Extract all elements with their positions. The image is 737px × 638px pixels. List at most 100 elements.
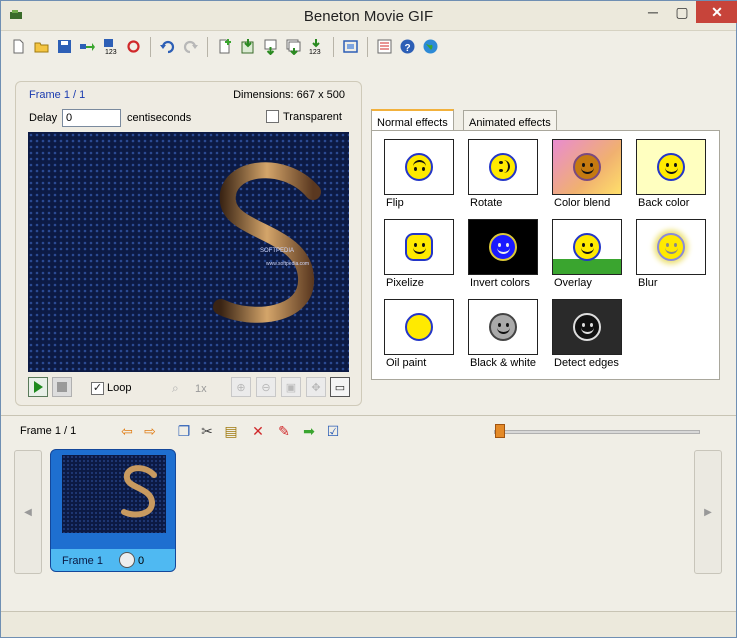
effect-color-blend[interactable]: Color blend bbox=[552, 139, 636, 213]
import-image-button[interactable] bbox=[236, 36, 258, 58]
cut-icon: ✂ bbox=[201, 422, 213, 439]
zoom-out-button[interactable]: ⊖ bbox=[256, 377, 276, 397]
zoom-fit-button[interactable]: ▣ bbox=[281, 377, 301, 397]
add-frames-icon bbox=[286, 39, 300, 55]
effect-oil-paint[interactable]: Oil paint bbox=[384, 299, 468, 373]
new-button[interactable] bbox=[7, 36, 29, 58]
effect-label: Blur bbox=[638, 277, 658, 289]
zoom-in-button[interactable]: ⊕ bbox=[231, 377, 251, 397]
save-numbered-button[interactable]: 123 bbox=[99, 36, 121, 58]
effect-overlay[interactable]: Overlay bbox=[552, 219, 636, 293]
frame-card-footer: Frame 1 0 bbox=[51, 549, 175, 571]
save-button[interactable] bbox=[53, 36, 75, 58]
select-button[interactable]: ☑ bbox=[323, 422, 343, 440]
paste-icon: ▤ bbox=[224, 422, 238, 439]
loop-checkbox[interactable]: ✓ bbox=[91, 382, 104, 395]
zoom-icon: ⌕ bbox=[172, 381, 179, 395]
new-icon bbox=[13, 39, 23, 54]
frame-panel: Frame 1 / 1 Dimensions: 667 x 500 Delay … bbox=[15, 81, 362, 406]
number-frames-button[interactable]: 123 bbox=[305, 36, 327, 58]
add-frames-button[interactable] bbox=[282, 36, 304, 58]
play-button[interactable] bbox=[28, 377, 48, 397]
tab-animated-effects[interactable]: Animated effects bbox=[463, 110, 557, 131]
pencil-icon: ✎ bbox=[278, 422, 290, 439]
effect-label: Flip bbox=[386, 197, 404, 209]
zoom-out-icon: ⊖ bbox=[261, 381, 271, 394]
cut-button[interactable]: ✂ bbox=[197, 422, 217, 440]
effect-label: Detect edges bbox=[554, 357, 619, 369]
delete-button[interactable]: ✕ bbox=[248, 422, 268, 440]
checklist-icon: ☑ bbox=[326, 422, 340, 439]
effect-invert-colors[interactable]: Invert colors bbox=[468, 219, 552, 293]
effect-label: Pixelize bbox=[386, 277, 424, 289]
monitor-icon: ▭ bbox=[334, 381, 346, 394]
add-frame-button[interactable] bbox=[259, 36, 281, 58]
invert-icon bbox=[468, 219, 538, 275]
paste-button[interactable]: ▤ bbox=[221, 422, 241, 440]
effect-flip[interactable]: Flip bbox=[384, 139, 468, 213]
frame-slider-track[interactable] bbox=[494, 430, 700, 434]
export-icon: ➡ bbox=[303, 422, 315, 439]
delete-icon: ✕ bbox=[252, 422, 264, 439]
refresh-button[interactable] bbox=[122, 36, 144, 58]
effect-black-white[interactable]: Black & white bbox=[468, 299, 552, 373]
effect-label: Rotate bbox=[470, 197, 503, 209]
insert-frame-button[interactable] bbox=[213, 36, 235, 58]
screen-button[interactable]: ▭ bbox=[330, 377, 350, 397]
insert-frame-icon bbox=[219, 39, 231, 54]
frame-thumbnail bbox=[62, 455, 166, 533]
chevron-left-icon: ◀ bbox=[24, 506, 32, 518]
minimize-button[interactable]: ─ bbox=[638, 1, 668, 23]
transparent-checkbox[interactable] bbox=[266, 110, 279, 123]
effect-rotate[interactable]: Rotate bbox=[468, 139, 552, 213]
maximize-button[interactable]: ▢ bbox=[668, 1, 696, 23]
redo-button[interactable] bbox=[179, 36, 201, 58]
move-right-button[interactable]: ⇨ bbox=[140, 422, 160, 440]
copy-icon: ❐ bbox=[177, 422, 191, 439]
tab-normal-effects[interactable]: Normal effects bbox=[371, 109, 454, 131]
effects-panel: Flip Rotate Color blend Back color Pixel… bbox=[371, 130, 720, 380]
close-button[interactable]: ✕ bbox=[696, 1, 737, 23]
help-button[interactable]: ? bbox=[396, 36, 418, 58]
undo-icon bbox=[159, 40, 174, 54]
properties-button[interactable] bbox=[373, 36, 395, 58]
effect-detect-edges[interactable]: Detect edges bbox=[552, 299, 636, 373]
thumbnail-image bbox=[62, 455, 166, 533]
edit-button[interactable]: ✎ bbox=[274, 422, 294, 440]
arrow-right-icon: ⇨ bbox=[144, 422, 156, 439]
preview-image: SOFTPEDIA www.softpedia.com bbox=[28, 132, 349, 372]
scroll-right-button[interactable]: ▶ bbox=[694, 450, 722, 574]
play-icon bbox=[34, 381, 43, 393]
effect-label: Oil paint bbox=[386, 357, 427, 369]
loop-label: Loop bbox=[107, 382, 132, 394]
clock-icon bbox=[119, 552, 135, 568]
effect-label: Color blend bbox=[554, 197, 611, 209]
export-button[interactable] bbox=[76, 36, 98, 58]
web-button[interactable] bbox=[419, 36, 441, 58]
frame-slider-thumb[interactable] bbox=[495, 424, 505, 438]
undo-button[interactable] bbox=[156, 36, 178, 58]
redo-icon bbox=[183, 40, 198, 54]
delay-input[interactable] bbox=[62, 109, 121, 127]
properties-icon bbox=[377, 39, 391, 54]
zoom-fit-icon: ▣ bbox=[285, 381, 297, 394]
export-frame-button[interactable]: ➡ bbox=[299, 422, 319, 440]
copy-button[interactable]: ❐ bbox=[174, 422, 194, 440]
open-button[interactable] bbox=[30, 36, 52, 58]
back-color-icon bbox=[636, 139, 706, 195]
scroll-left-button[interactable]: ◀ bbox=[14, 450, 42, 574]
pixelize-icon bbox=[384, 219, 454, 275]
help-icon: ? bbox=[400, 39, 414, 54]
fit-button[interactable] bbox=[339, 36, 361, 58]
effect-back-color[interactable]: Back color bbox=[636, 139, 720, 213]
zoom-actual-button[interactable]: ✥ bbox=[306, 377, 326, 397]
svg-text:123: 123 bbox=[105, 49, 117, 55]
frame-card-delay: 0 bbox=[138, 555, 145, 567]
frame-card[interactable]: Frame 1 0 bbox=[50, 449, 176, 572]
effect-pixelize[interactable]: Pixelize bbox=[384, 219, 468, 293]
effect-blur[interactable]: Blur bbox=[636, 219, 720, 293]
effect-label: Overlay bbox=[554, 277, 592, 289]
stop-button[interactable] bbox=[52, 377, 72, 397]
filmstrip-frame-counter: Frame 1 / 1 bbox=[20, 425, 77, 437]
move-left-button[interactable]: ⇦ bbox=[117, 422, 137, 440]
